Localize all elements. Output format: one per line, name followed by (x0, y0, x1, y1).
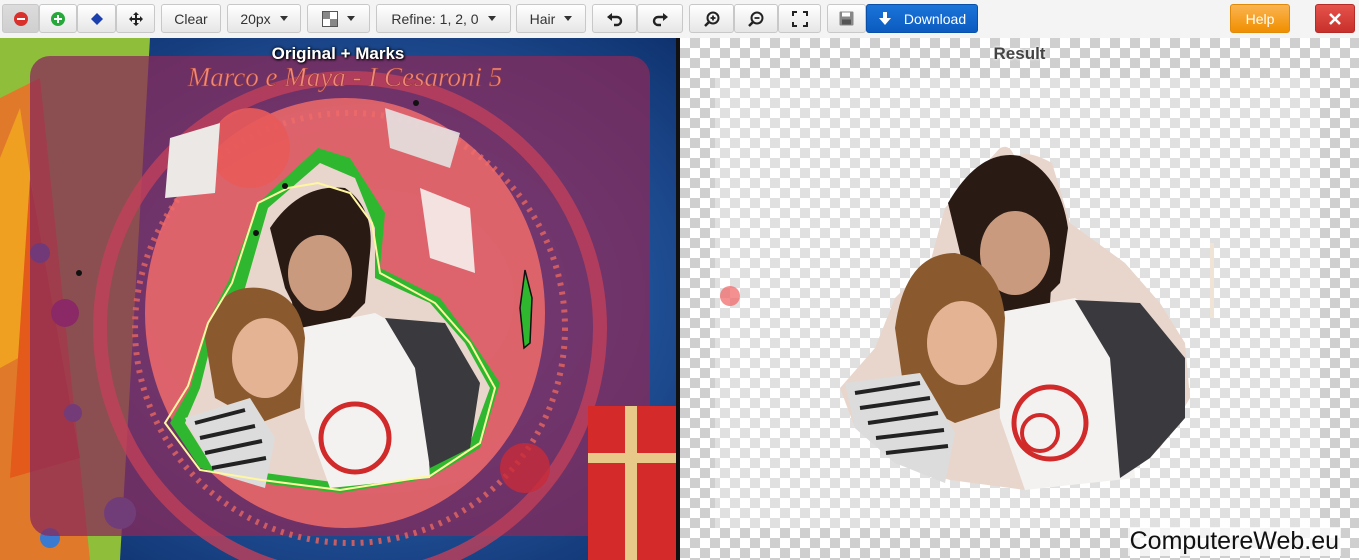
keep-mode-button[interactable] (39, 4, 77, 33)
fullscreen-icon (791, 10, 808, 27)
fit-view-button[interactable] (778, 4, 821, 33)
download-button[interactable]: Download (866, 4, 978, 33)
image-caption-text: Marco e Maya - I Cesaroni 5 (187, 62, 502, 92)
remove-mode-button[interactable] (2, 4, 39, 33)
save-icon (839, 11, 854, 26)
zoom-in-icon (703, 11, 719, 27)
plus-circle-icon (51, 11, 65, 26)
clear-label: Clear (174, 10, 208, 27)
undo-button[interactable] (592, 4, 637, 33)
chevron-down-icon (564, 16, 573, 21)
brush-size-dropdown[interactable]: 20px (227, 4, 301, 33)
chevron-down-icon (279, 16, 288, 21)
pan-mode-button[interactable] (116, 4, 155, 33)
eraser-mode-button[interactable] (77, 4, 116, 33)
download-label: Download (903, 10, 967, 27)
eraser-icon (90, 12, 103, 25)
close-button[interactable] (1315, 4, 1355, 33)
redo-icon (652, 12, 668, 26)
chevron-down-icon (347, 16, 355, 21)
refine-dropdown[interactable]: Refine: 1, 2, 0 (376, 4, 511, 33)
help-label: Help (1245, 10, 1275, 27)
move-icon (128, 11, 143, 26)
hair-dropdown[interactable]: Hair (516, 4, 586, 33)
background-dropdown[interactable] (307, 4, 370, 33)
help-button[interactable]: Help (1230, 4, 1290, 33)
result-image (715, 78, 1320, 528)
result-canvas[interactable]: Result (680, 38, 1359, 560)
minus-circle-icon (13, 11, 28, 26)
original-image: Marco e Maya - I Cesaroni 5 (0, 38, 676, 560)
brush-size-value: 20px (240, 10, 271, 27)
zoom-out-button[interactable] (734, 4, 778, 33)
undo-icon (606, 12, 622, 26)
hair-value: Hair (529, 10, 556, 27)
toolbar: Clear 20px Refine: 1, 2, 0 Hair Download… (0, 0, 1359, 38)
close-icon (1329, 12, 1341, 25)
watermark-text: ComputereWeb.eu (1127, 527, 1341, 556)
original-marks-canvas[interactable]: Marco e Maya - I Cesaroni 5 Original + M… (0, 38, 676, 560)
checkerboard-icon (322, 10, 338, 27)
download-icon (878, 11, 891, 25)
redo-button[interactable] (637, 4, 683, 33)
zoom-out-icon (748, 11, 764, 27)
chevron-down-icon (487, 16, 496, 21)
zoom-in-button[interactable] (689, 4, 734, 33)
clear-button[interactable]: Clear (161, 4, 221, 33)
refine-value: Refine: 1, 2, 0 (391, 10, 479, 27)
original-pane-title: Original + Marks (271, 44, 405, 63)
save-button[interactable] (827, 4, 866, 33)
result-pane-title: Result (993, 44, 1046, 63)
